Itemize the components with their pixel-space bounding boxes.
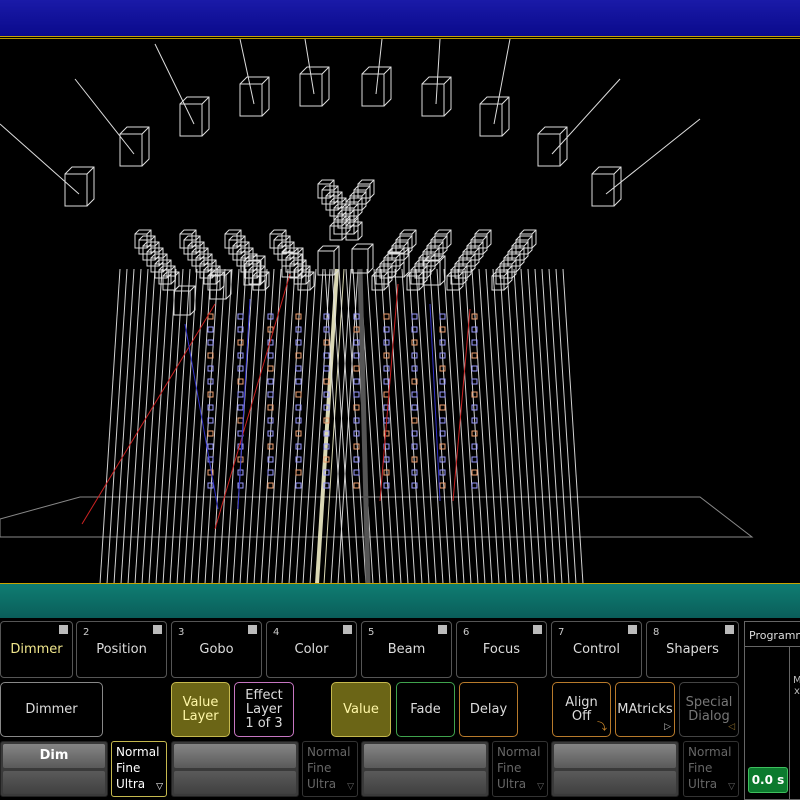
dropdown-triangle-icon: ▽ bbox=[728, 782, 735, 792]
status-bar bbox=[0, 583, 800, 618]
tab-dimmer[interactable]: Dimmer bbox=[0, 621, 73, 678]
title-bar bbox=[0, 0, 800, 37]
tab-indicator bbox=[248, 625, 257, 634]
button-label: Align Off bbox=[565, 694, 598, 724]
tab-number: 3 bbox=[178, 627, 185, 638]
tab-color[interactable]: 4 Color bbox=[266, 621, 357, 678]
tab-indicator bbox=[628, 625, 637, 634]
encoder-top bbox=[554, 744, 676, 768]
tab-label: Control bbox=[573, 642, 620, 657]
encoder-bottom bbox=[174, 771, 296, 794]
special-dialog-button[interactable]: Special Dialog ◁ bbox=[679, 682, 739, 737]
tab-control[interactable]: 7 Control bbox=[551, 621, 642, 678]
programmer-panel[interactable]: Programmer M x 0.0 s bbox=[744, 621, 800, 800]
encoder-empty-3[interactable] bbox=[361, 741, 489, 797]
button-label: Value bbox=[343, 701, 379, 717]
button-label: Dimmer bbox=[25, 701, 78, 717]
value-button[interactable]: Value bbox=[331, 682, 391, 737]
tab-number: 8 bbox=[653, 627, 660, 638]
dropdown-triangle-icon: ◁ bbox=[728, 722, 735, 732]
tab-number: 5 bbox=[368, 627, 375, 638]
dropdown-triangle-icon: ▽ bbox=[347, 782, 354, 792]
tab-indicator bbox=[438, 625, 447, 634]
dropdown-triangle-icon: ▽ bbox=[537, 782, 544, 792]
encoder-bottom bbox=[3, 771, 105, 794]
tab-indicator bbox=[343, 625, 352, 634]
encoder-empty-4[interactable] bbox=[551, 741, 679, 797]
programmer-side-x: x bbox=[794, 686, 800, 697]
align-button[interactable]: Align Off ⤵ bbox=[552, 682, 611, 737]
tab-indicator bbox=[725, 625, 734, 634]
tab-number: 6 bbox=[463, 627, 470, 638]
matricks-button[interactable]: MAtricks ▷ bbox=[615, 682, 675, 737]
tab-label: Dimmer bbox=[10, 642, 63, 657]
tab-gobo[interactable]: 3 Gobo bbox=[171, 621, 262, 678]
encoder-top bbox=[174, 744, 296, 768]
tab-label: Beam bbox=[387, 642, 426, 657]
tab-label: Color bbox=[294, 642, 329, 657]
programmer-timer-button[interactable]: 0.0 s bbox=[748, 767, 788, 793]
encoder-label: Dim bbox=[39, 748, 69, 763]
tab-label: Gobo bbox=[199, 642, 234, 657]
resolution-selector-1[interactable]: Normal Fine Ultra ▽ bbox=[111, 741, 167, 797]
resolution-selector-2[interactable]: Normal Fine Ultra ▽ bbox=[302, 741, 358, 797]
resolution-selector-4[interactable]: Normal Fine Ultra ▽ bbox=[683, 741, 739, 797]
tab-shapers[interactable]: 8 Shapers bbox=[646, 621, 739, 678]
stage-3d-viewport[interactable] bbox=[0, 38, 800, 584]
fade-button[interactable]: Fade bbox=[396, 682, 455, 737]
delay-button[interactable]: Delay bbox=[459, 682, 518, 737]
tab-indicator bbox=[153, 625, 162, 634]
button-label: Effect Layer 1 of 3 bbox=[245, 687, 283, 731]
button-label: Special Dialog bbox=[685, 694, 733, 724]
tab-number: 2 bbox=[83, 627, 90, 638]
attribute-dimmer-button[interactable]: Dimmer bbox=[0, 682, 103, 737]
tab-indicator bbox=[59, 625, 68, 634]
encoder-bottom bbox=[364, 771, 486, 794]
tab-beam[interactable]: 5 Beam bbox=[361, 621, 452, 678]
button-label: MAtricks bbox=[617, 701, 673, 717]
programmer-title: Programmer bbox=[745, 622, 800, 647]
programmer-side-m: M bbox=[793, 675, 800, 686]
encoder-top bbox=[364, 744, 486, 768]
button-label: Value Layer bbox=[182, 694, 219, 724]
tab-position[interactable]: 2 Position bbox=[76, 621, 167, 678]
dropdown-triangle-icon: ▷ bbox=[664, 722, 671, 732]
button-label: Fade bbox=[410, 701, 441, 717]
stage-visualization bbox=[0, 39, 754, 584]
tab-label: Position bbox=[96, 642, 147, 657]
tab-focus[interactable]: 6 Focus bbox=[456, 621, 547, 678]
tab-indicator bbox=[533, 625, 542, 634]
tab-number: 4 bbox=[273, 627, 280, 638]
encoder-empty-2[interactable] bbox=[171, 741, 299, 797]
encoder-bottom bbox=[554, 771, 676, 794]
value-layer-button[interactable]: Value Layer bbox=[171, 682, 230, 737]
encoder-dim[interactable]: Dim bbox=[0, 741, 108, 797]
programmer-side-column: M x bbox=[789, 647, 800, 799]
tab-label: Shapers bbox=[666, 642, 719, 657]
effect-layer-button[interactable]: Effect Layer 1 of 3 bbox=[234, 682, 294, 737]
tab-number: 7 bbox=[558, 627, 565, 638]
tab-label: Focus bbox=[482, 642, 521, 657]
hook-arrow-icon: ⤵ bbox=[597, 722, 607, 733]
button-label: Delay bbox=[469, 701, 508, 717]
dropdown-triangle-icon: ▽ bbox=[156, 782, 163, 792]
resolution-selector-3[interactable]: Normal Fine Ultra ▽ bbox=[492, 741, 548, 797]
